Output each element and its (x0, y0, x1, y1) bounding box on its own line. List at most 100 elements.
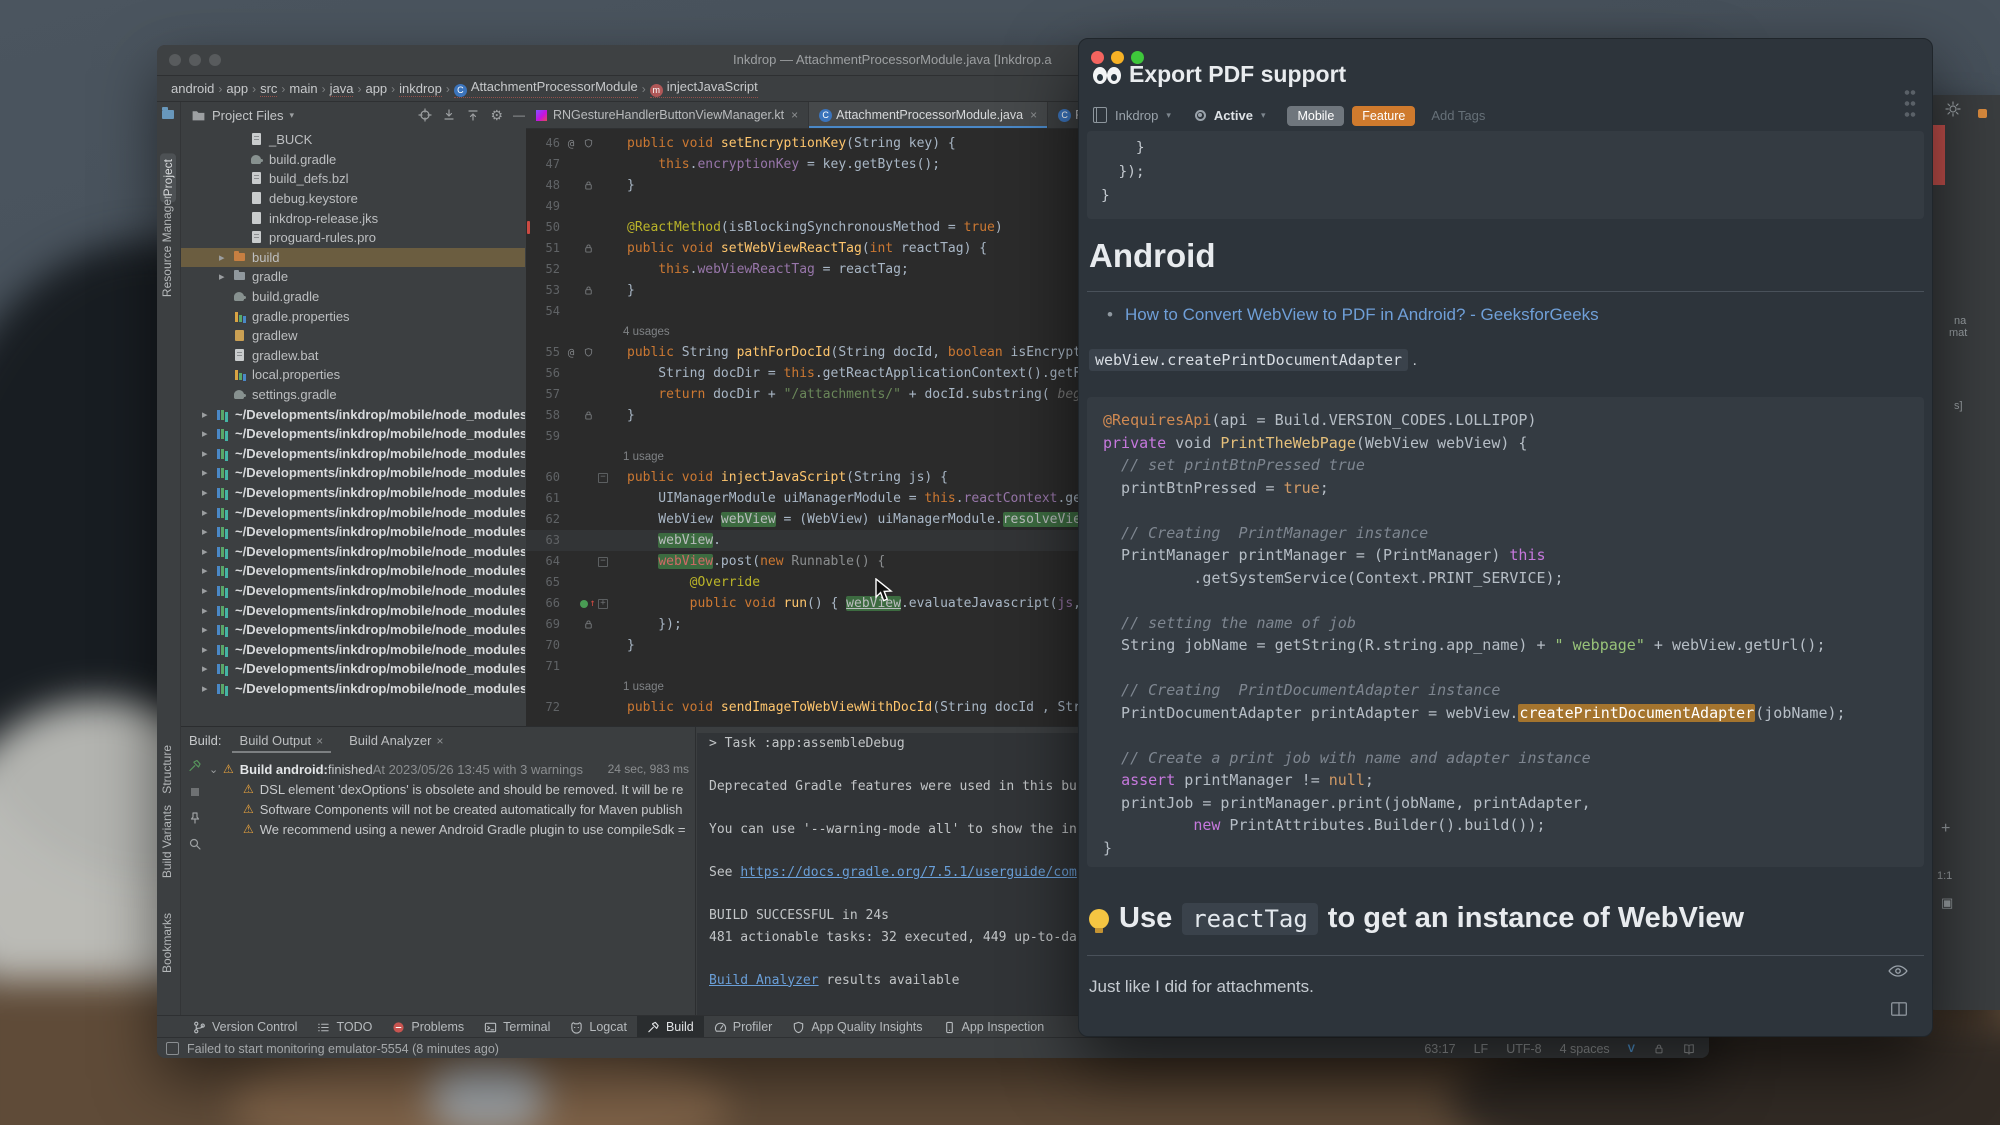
actual-size-button[interactable]: 1:1 (1937, 870, 1952, 882)
close-window-button[interactable] (169, 54, 181, 66)
status-item[interactable]: 4 spaces (1560, 1042, 1610, 1056)
collapse-all-icon[interactable] (466, 108, 480, 122)
tool-strip-structure[interactable]: Structure (160, 745, 174, 794)
breadcrumb-item[interactable]: app (226, 81, 248, 96)
tree-item[interactable]: ▸~/Developments/inkdrop/mobile/node_modu… (181, 581, 525, 601)
tree-item[interactable]: ▸~/Developments/inkdrop/mobile/node_modu… (181, 424, 525, 444)
tree-item[interactable]: proguard-rules.pro (181, 228, 525, 248)
chevron-down-icon[interactable]: ▾ (1261, 110, 1266, 121)
tree-item[interactable]: ▸~/Developments/inkdrop/mobile/node_modu… (181, 463, 525, 483)
toolbar-app-inspection[interactable]: App Inspection (933, 1016, 1055, 1038)
tree-item[interactable]: gradle.properties (181, 306, 525, 326)
breadcrumb-item[interactable]: inkdrop (399, 81, 442, 97)
breadcrumb-item[interactable]: app (365, 81, 387, 96)
breadcrumb-item[interactable]: java (330, 81, 354, 97)
breadcrumb-item[interactable]: minjectJavaScript (650, 79, 758, 98)
tag-pill[interactable]: Mobile (1287, 106, 1344, 126)
note-title[interactable]: Export PDF support (1129, 61, 1346, 88)
build-panel-divider[interactable] (695, 727, 696, 1016)
gear-icon[interactable]: ⚙ (490, 107, 503, 124)
toolbar-problems[interactable]: Problems (382, 1016, 474, 1038)
toolbar-terminal[interactable]: Terminal (474, 1016, 560, 1038)
hide-panel-icon[interactable]: — (513, 108, 525, 122)
build-tab[interactable]: Build Output× (232, 730, 332, 753)
editor-tab[interactable]: RNGestureHandlerButtonViewManager.kt× (526, 102, 809, 128)
tree-item[interactable]: ▸~/Developments/inkdrop/mobile/node_modu… (181, 502, 525, 522)
vim-plugin-icon[interactable]: V (1628, 1043, 1635, 1055)
build-tree-row[interactable]: ⚠DSL element 'dexOptions' is obsolete an… (209, 779, 695, 799)
tree-item[interactable]: inkdrop-release.jks (181, 208, 525, 228)
toolbar-todo[interactable]: TODO (307, 1016, 382, 1038)
toolbar-app-quality-insights[interactable]: App Quality Insights (782, 1016, 932, 1038)
console-link[interactable]: https://docs.gradle.org/7.5.1/userguide/… (740, 865, 1077, 880)
tree-item[interactable]: ▸~/Developments/inkdrop/mobile/node_modu… (181, 522, 525, 542)
preview-toggle-eye-icon[interactable] (1888, 964, 1908, 978)
breadcrumb-item[interactable]: android (171, 81, 214, 96)
status-item[interactable]: 63:17 (1424, 1042, 1455, 1056)
lock-icon[interactable] (1653, 1043, 1665, 1055)
breadcrumb-item[interactable]: src (260, 81, 277, 97)
status-item[interactable]: LF (1474, 1042, 1489, 1056)
zoom-window-button[interactable] (209, 54, 221, 66)
chevron-down-icon[interactable]: ▾ (290, 110, 295, 121)
tree-item[interactable]: ▸~/Developments/inkdrop/mobile/node_modu… (181, 404, 525, 424)
rerun-build-icon[interactable] (188, 759, 202, 773)
status-selector[interactable]: Active (1214, 108, 1253, 123)
close-window-button[interactable] (1091, 51, 1104, 64)
tree-item[interactable]: build.gradle (181, 150, 525, 170)
tree-item[interactable]: gradlew.bat (181, 346, 525, 366)
pin-icon[interactable] (188, 811, 202, 825)
project-view-selector[interactable]: Project Files (212, 108, 284, 123)
notebook-selector[interactable]: Inkdrop (1115, 108, 1158, 123)
stop-icon[interactable] (188, 785, 202, 799)
tree-item[interactable]: ▸~/Developments/inkdrop/mobile/node_modu… (181, 444, 525, 464)
tree-item[interactable]: ▸~/Developments/inkdrop/mobile/node_modu… (181, 561, 525, 581)
close-tab-icon[interactable]: × (1030, 108, 1037, 122)
build-tab[interactable]: Build Analyzer× (341, 730, 451, 751)
tree-item[interactable]: ▸~/Developments/inkdrop/mobile/node_modu… (181, 600, 525, 620)
editor-tab[interactable]: CAttachmentProcessorModule.java× (809, 102, 1048, 128)
tree-item[interactable]: build.gradle (181, 287, 525, 307)
tree-item[interactable]: ▸~/Developments/inkdrop/mobile/node_modu… (181, 639, 525, 659)
build-tree-row[interactable]: ⚠Software Components will not be created… (209, 799, 695, 819)
tree-item[interactable]: _BUCK (181, 130, 525, 150)
gear-icon[interactable] (1945, 101, 1961, 117)
drag-handle-icon[interactable] (1904, 87, 1916, 121)
tree-item[interactable]: ▸gradle (181, 267, 525, 287)
toolbar-logcat[interactable]: Logcat (560, 1016, 637, 1038)
tree-item[interactable]: debug.keystore (181, 189, 525, 209)
minimize-window-button[interactable] (1111, 51, 1124, 64)
build-tree-row[interactable]: ⌄⚠Build android: finished At 2023/05/26 … (209, 759, 695, 779)
console-link[interactable]: Build Analyzer (709, 973, 819, 988)
tag-pill[interactable]: Feature (1352, 106, 1415, 126)
breadcrumb-item[interactable]: main (289, 81, 317, 96)
tree-item[interactable]: ▸build (181, 248, 525, 268)
tree-item[interactable]: ▸~/Developments/inkdrop/mobile/node_modu… (181, 620, 525, 640)
split-view-icon[interactable] (1890, 1001, 1908, 1017)
tree-item[interactable]: ▸~/Developments/inkdrop/mobile/node_modu… (181, 659, 525, 679)
add-tags-button[interactable]: Add Tags (1431, 108, 1485, 123)
chevron-down-icon[interactable]: ▾ (1166, 110, 1171, 121)
expand-all-icon[interactable] (442, 108, 456, 122)
tree-item[interactable]: ▸~/Developments/inkdrop/mobile/node_modu… (181, 679, 525, 699)
toolbar-profiler[interactable]: Profiler (704, 1016, 783, 1038)
fit-to-window-button[interactable]: ▣ (1941, 895, 1953, 911)
external-link[interactable]: How to Convert WebView to PDF in Android… (1125, 305, 1599, 324)
search-icon[interactable] (188, 837, 202, 851)
reader-mode-icon[interactable] (1683, 1043, 1695, 1055)
minimize-window-button[interactable] (189, 54, 201, 66)
locate-file-icon[interactable] (418, 108, 432, 122)
breadcrumb-item[interactable]: CAttachmentProcessorModule (454, 79, 638, 98)
tool-strip-build-variants[interactable]: Build Variants (160, 805, 174, 878)
tree-item[interactable]: ▸~/Developments/inkdrop/mobile/node_modu… (181, 541, 525, 561)
tree-item[interactable]: local.properties (181, 365, 525, 385)
toolbar-version-control[interactable]: Version Control (183, 1016, 307, 1038)
tree-item[interactable]: ▸~/Developments/inkdrop/mobile/node_modu… (181, 483, 525, 503)
zoom-in-button[interactable]: + (1941, 820, 1950, 838)
tool-strip-resource-manager[interactable]: Resource Manager (160, 195, 174, 297)
toolbar-build[interactable]: Build (637, 1016, 704, 1038)
close-tab-icon[interactable]: × (791, 108, 798, 122)
status-item[interactable]: UTF-8 (1506, 1042, 1541, 1056)
build-tree-row[interactable]: ⚠We recommend using a newer Android Grad… (209, 819, 695, 839)
tree-item[interactable]: build_defs.bzl (181, 169, 525, 189)
